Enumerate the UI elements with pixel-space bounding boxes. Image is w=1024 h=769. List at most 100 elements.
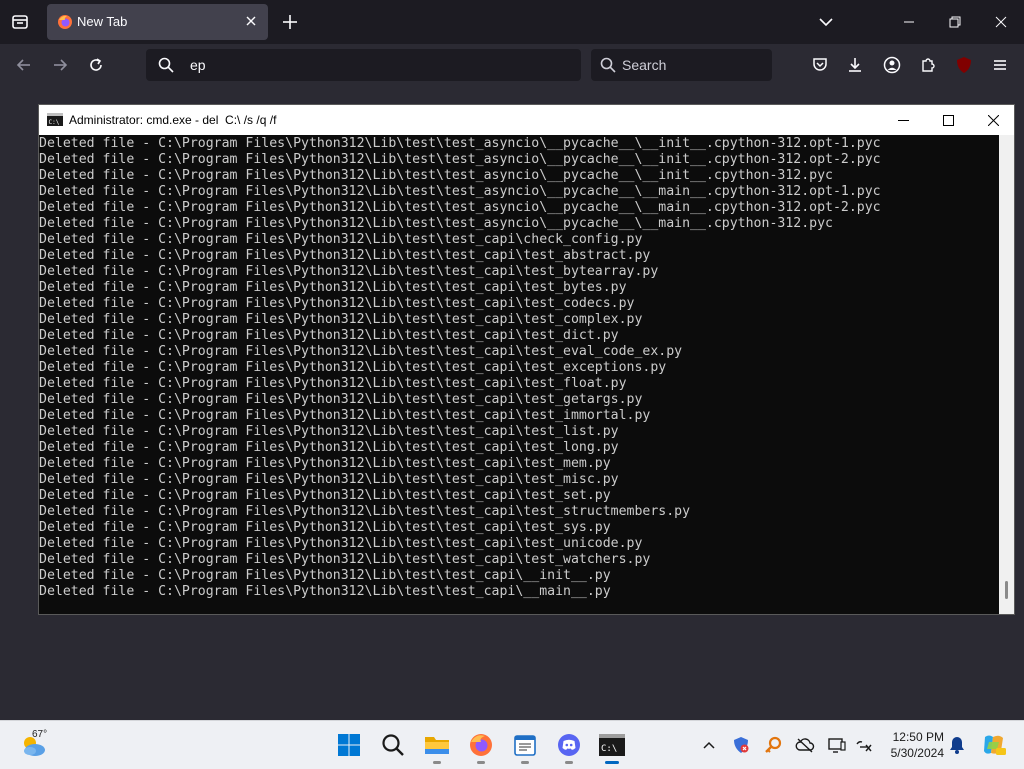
network-disconnected-icon xyxy=(856,741,872,752)
active-indicator xyxy=(605,761,619,764)
tray-display-button[interactable] xyxy=(826,734,848,756)
taskbar: 67° C:\ 12:50 PM 5/30/2024 xyxy=(0,720,1024,769)
discord-icon xyxy=(558,734,580,756)
address-input[interactable]: ep xyxy=(190,57,206,73)
minimize-window-button[interactable] xyxy=(886,0,932,44)
forward-arrow-icon xyxy=(54,59,68,71)
start-button[interactable] xyxy=(329,725,369,765)
security-shield-icon xyxy=(734,737,749,753)
puzzle-piece-icon xyxy=(922,58,935,72)
minimize-icon xyxy=(904,21,914,23)
list-all-tabs-chevron-icon[interactable] xyxy=(816,12,836,32)
cmd-title-bar[interactable]: C:\ Administrator: cmd.exe - del C:\ /s … xyxy=(39,105,1014,135)
forward-button[interactable] xyxy=(47,52,73,78)
pocket-button[interactable] xyxy=(807,52,833,78)
console-line: Deleted file - C:\Program Files\Python31… xyxy=(39,168,833,183)
copilot-button[interactable] xyxy=(980,734,1008,756)
console-line: Deleted file - C:\Program Files\Python31… xyxy=(39,536,643,551)
search-input[interactable]: Search xyxy=(622,57,666,73)
display-settings-icon xyxy=(828,738,846,753)
address-bar[interactable]: ep xyxy=(146,49,581,81)
firefox-taskbar-button[interactable] xyxy=(461,725,501,765)
console-line: Deleted file - C:\Program Files\Python31… xyxy=(39,328,619,343)
console-line: Deleted file - C:\Program Files\Python31… xyxy=(39,248,651,263)
console-line: Deleted file - C:\Program Files\Python31… xyxy=(39,568,611,583)
chevron-up-icon xyxy=(703,741,715,749)
search-icon xyxy=(600,57,616,73)
console-line: Deleted file - C:\Program Files\Python31… xyxy=(39,456,611,471)
maximize-icon xyxy=(942,114,954,126)
tray-onedrive-button[interactable] xyxy=(794,734,816,756)
firefox-icon xyxy=(470,734,492,756)
search-bar[interactable]: Search xyxy=(591,49,772,81)
ublock-origin-button[interactable] xyxy=(951,52,977,78)
svg-text:C:\: C:\ xyxy=(49,119,60,126)
tray-security-button[interactable] xyxy=(730,734,752,756)
reload-button[interactable] xyxy=(83,52,109,78)
restore-window-button[interactable] xyxy=(932,0,978,44)
console-line: Deleted file - C:\Program Files\Python31… xyxy=(39,136,881,151)
console-line: Deleted file - C:\Program Files\Python31… xyxy=(39,488,611,503)
console-scrollbar[interactable] xyxy=(999,135,1014,614)
running-indicator xyxy=(521,761,529,764)
account-button[interactable] xyxy=(879,52,905,78)
scrollbar-thumb[interactable] xyxy=(1005,581,1008,599)
system-clock[interactable]: 12:50 PM 5/30/2024 xyxy=(880,729,944,761)
app-menu-button[interactable] xyxy=(987,52,1013,78)
extensions-button[interactable] xyxy=(915,52,941,78)
notifications-button[interactable] xyxy=(946,734,968,756)
cmd-minimize-button[interactable] xyxy=(880,105,926,135)
discord-taskbar-button[interactable] xyxy=(549,725,589,765)
console-line: Deleted file - C:\Program Files\Python31… xyxy=(39,152,881,167)
firefox-view-icon xyxy=(12,15,28,29)
downloads-button[interactable] xyxy=(842,52,868,78)
clock-time: 12:50 PM xyxy=(892,730,944,744)
console-line: Deleted file - C:\Program Files\Python31… xyxy=(39,200,881,215)
cmd-app-icon: C:\ xyxy=(47,113,63,126)
console-line: Deleted file - C:\Program Files\Python31… xyxy=(39,264,659,279)
console-line: Deleted file - C:\Program Files\Python31… xyxy=(39,216,833,231)
hamburger-menu-icon xyxy=(994,60,1006,70)
notepad-icon xyxy=(514,735,536,756)
firefox-favicon-icon xyxy=(58,15,72,29)
download-icon xyxy=(849,58,861,72)
close-tab-icon[interactable] xyxy=(242,12,260,30)
windows-logo-icon xyxy=(338,734,360,756)
browser-nav-bar: ep Search xyxy=(0,44,1024,85)
account-icon xyxy=(883,56,901,74)
console-line: Deleted file - C:\Program Files\Python31… xyxy=(39,376,627,391)
minimize-icon xyxy=(897,119,909,121)
tab-new-tab[interactable]: New Tab xyxy=(47,4,268,40)
cmd-window-title: Administrator: cmd.exe - del C:\ /s /q /… xyxy=(69,113,277,127)
search-icon xyxy=(382,734,404,756)
notepad-taskbar-button[interactable] xyxy=(505,725,545,765)
console-line: Deleted file - C:\Program Files\Python31… xyxy=(39,552,651,567)
folder-icon xyxy=(425,737,449,754)
cmd-close-button[interactable] xyxy=(970,105,1016,135)
cmd-maximize-button[interactable] xyxy=(925,105,971,135)
close-icon xyxy=(987,114,999,126)
console-line: Deleted file - C:\Program Files\Python31… xyxy=(39,360,667,375)
console-line: Deleted file - C:\Program Files\Python31… xyxy=(39,392,643,407)
back-button[interactable] xyxy=(11,52,37,78)
pocket-icon xyxy=(813,58,827,71)
copilot-icon xyxy=(984,735,1006,755)
cmd-window: C:\ Administrator: cmd.exe - del C:\ /s … xyxy=(38,104,1015,615)
console-line: Deleted file - C:\Program Files\Python31… xyxy=(39,584,611,599)
taskbar-search-button[interactable] xyxy=(373,725,413,765)
tray-key-app-button[interactable] xyxy=(762,734,784,756)
tray-network-button[interactable] xyxy=(853,734,875,756)
new-tab-plus-icon[interactable] xyxy=(280,12,300,32)
back-arrow-icon xyxy=(16,59,30,71)
command-prompt-taskbar-button[interactable]: C:\ xyxy=(592,725,632,765)
console-line: Deleted file - C:\Program Files\Python31… xyxy=(39,344,683,359)
close-window-button[interactable] xyxy=(978,0,1024,44)
cloud-offline-icon xyxy=(795,738,815,753)
firefox-view-button[interactable] xyxy=(8,10,32,34)
console-line: Deleted file - C:\Program Files\Python31… xyxy=(39,232,643,247)
console-line: Deleted file - C:\Program Files\Python31… xyxy=(39,520,611,535)
show-hidden-icons-button[interactable] xyxy=(698,734,720,756)
console-output[interactable]: Deleted file - C:\Program Files\Python31… xyxy=(39,135,999,615)
console-line: Deleted file - C:\Program Files\Python31… xyxy=(39,504,691,519)
file-explorer-button[interactable] xyxy=(417,725,457,765)
